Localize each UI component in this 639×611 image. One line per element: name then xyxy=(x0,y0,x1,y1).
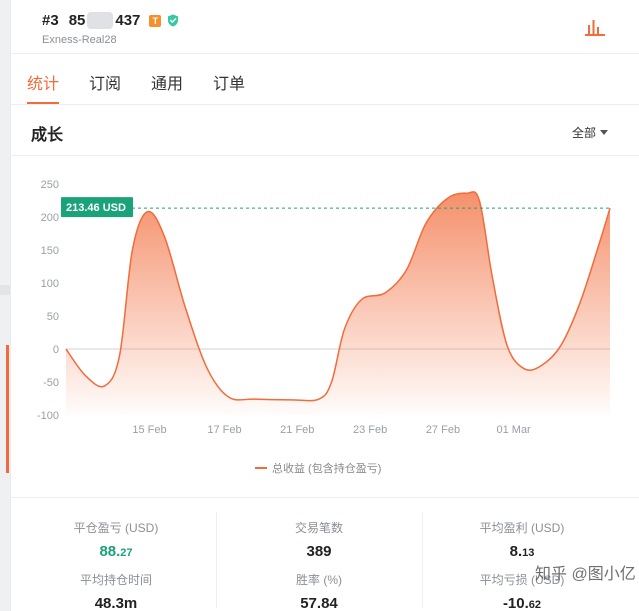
stat-value: 48.3m xyxy=(94,595,138,611)
x-tick-label: 01 Mar xyxy=(496,424,531,436)
x-tick-label: 17 Feb xyxy=(207,424,241,436)
legend-swatch xyxy=(255,467,267,469)
x-tick-label: 15 Feb xyxy=(132,424,166,436)
account-id-prefix: 85 xyxy=(68,12,86,29)
stat-label: 胜率 (%) xyxy=(296,573,342,587)
stat-closed-pnl: 平仓盈亏 (USD) 88.27 xyxy=(16,519,216,560)
account-id-redacted xyxy=(87,12,114,29)
stat-win-rate: 胜率 (%) 57.84 xyxy=(219,571,419,611)
account-id-suffix: 437 xyxy=(115,12,141,29)
t-badge-icon: T xyxy=(149,14,162,27)
stat-label: 平均持仓时间 xyxy=(79,573,152,587)
stat-trade-count: 交易笔数 389 xyxy=(219,519,419,560)
background-panel-accent xyxy=(6,345,9,473)
stat-value: -10.62 xyxy=(502,595,542,611)
stat-avg-profit: 平均盈利 (USD) 8.13 xyxy=(422,519,622,560)
growth-section-header: 成长 全部 xyxy=(11,106,639,156)
growth-chart-svg: 250 200 150 100 50 0 -50 -100 213.46 USD 15 Feb… xyxy=(37,179,611,436)
stat-label: 平仓盈亏 (USD) xyxy=(73,521,159,535)
column-divider xyxy=(216,512,217,608)
legend-label: 总收益 (包含持仓盈亏) xyxy=(272,463,382,475)
tab-general[interactable]: 通用 xyxy=(151,70,183,94)
current-value-tag: 213.46 USD xyxy=(61,197,133,218)
x-tick-label: 21 Feb xyxy=(280,424,314,436)
account-rank: #3 xyxy=(42,12,59,29)
x-tick-label: 27 Feb xyxy=(426,424,460,436)
background-panel-block xyxy=(0,285,10,295)
stat-label: 交易笔数 xyxy=(294,521,343,535)
y-tick-label: -50 xyxy=(43,377,59,389)
series-area xyxy=(66,191,610,415)
stat-value: 8.13 xyxy=(509,543,535,560)
tab-bar: 统计 订阅 通用 订单 xyxy=(11,55,639,105)
watermark: 知乎 @图小亿 xyxy=(535,566,636,583)
tab-statistics[interactable]: 统计 xyxy=(27,70,59,94)
account-id: 85 437 xyxy=(68,12,141,29)
chart-legend[interactable]: 总收益 (包含持仓盈亏) xyxy=(255,460,381,476)
y-tick-label: 250 xyxy=(41,179,59,191)
shield-check-icon xyxy=(168,14,179,27)
account-server: Exness-Real28 xyxy=(42,34,117,46)
current-value-label: 213.46 USD xyxy=(66,202,126,214)
x-tick-label: 23 Feb xyxy=(353,424,387,436)
tab-subscribe[interactable]: 订阅 xyxy=(89,70,121,94)
account-title: #3 85 437 T xyxy=(42,12,179,29)
range-dropdown-label: 全部 xyxy=(572,126,597,140)
stat-label: 平均盈利 (USD) xyxy=(479,521,565,535)
stat-value: 88.27 xyxy=(99,543,133,560)
growth-chart: 250 200 150 100 50 0 -50 -100 213.46 USD 15 Feb… xyxy=(11,157,639,497)
range-dropdown[interactable]: 全部 xyxy=(572,124,609,141)
active-tab-indicator xyxy=(27,102,59,104)
section-title: 成长 xyxy=(31,127,64,144)
stat-value: 389 xyxy=(306,543,332,560)
stats-grid: 平仓盈亏 (USD) 88.27 交易笔数 389 平均盈利 (USD) 8.1… xyxy=(11,497,639,611)
background-panel-edge xyxy=(0,0,10,611)
y-tick-label: -100 xyxy=(37,410,59,422)
account-stats-card: #3 85 437 T Exness-Real28 统计 订阅 通用 订单 成长… xyxy=(10,0,639,611)
stat-avg-hold-time: 平均持仓时间 48.3m xyxy=(16,571,216,611)
account-header: #3 85 437 T Exness-Real28 xyxy=(11,0,639,54)
caret-down-icon xyxy=(600,130,609,135)
y-tick-label: 150 xyxy=(41,245,59,257)
y-tick-label: 50 xyxy=(47,311,59,323)
y-tick-label: 100 xyxy=(41,278,59,290)
y-tick-label: 200 xyxy=(41,212,59,224)
bar-chart-icon[interactable] xyxy=(584,16,606,38)
tab-orders[interactable]: 订单 xyxy=(213,70,245,94)
y-tick-label: 0 xyxy=(53,344,59,356)
stat-value: 57.84 xyxy=(300,595,338,611)
